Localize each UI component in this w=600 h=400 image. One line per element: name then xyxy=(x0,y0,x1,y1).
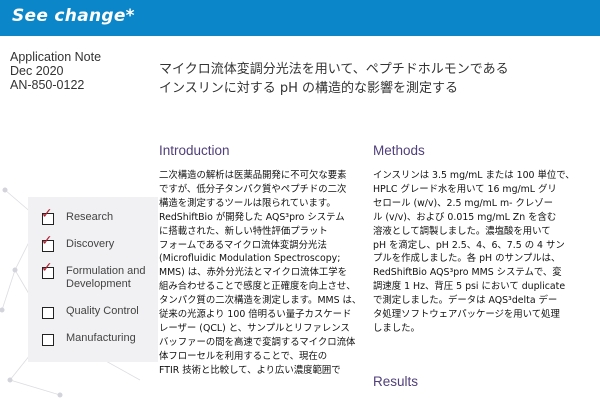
methods-body: インスリンは 3.5 mg/mL または 100 単位で、 HPLC グレード水… xyxy=(373,170,575,334)
introduction-body: 二次構造の解析は医薬品開発に不可欠な要素 ですが、低分子タンパク質やペプチドの二… xyxy=(159,170,362,376)
checkbox-icon xyxy=(42,334,54,346)
banner-title: See change* xyxy=(12,6,135,26)
panel-item-label: Research xyxy=(66,211,114,223)
introduction-heading: Introduction xyxy=(159,143,230,158)
document-title-line-1: マイクロ流体変調分光法を用いて、ペプチドホルモンである xyxy=(159,62,509,77)
checkbox-icon: ✓ xyxy=(41,261,54,279)
check-mark-icon: ✓ xyxy=(41,260,53,276)
document-type: Application Note xyxy=(10,50,102,64)
checkbox-icon xyxy=(42,307,54,319)
panel-item-quality-control: Quality Control xyxy=(42,305,139,319)
document-title-line-2: インスリンに対する pH の構造的な影響を測定する xyxy=(159,81,459,96)
panel-item-manufacturing: Manufacturing xyxy=(42,332,136,346)
results-heading: Results xyxy=(373,374,419,389)
check-mark-icon: ✓ xyxy=(41,206,53,222)
check-mark-icon: ✓ xyxy=(41,233,53,249)
checkbox-icon: ✓ xyxy=(41,234,54,252)
panel-item-label: Formulation and Development xyxy=(66,265,146,290)
panel-item-label: Manufacturing xyxy=(66,332,136,344)
document-number: AN-850-0122 xyxy=(10,78,85,92)
checkbox-icon: ✓ xyxy=(41,207,54,225)
document-meta: Application Note Dec 2020 AN-850-0122 xyxy=(10,50,101,92)
document-date: Dec 2020 xyxy=(10,64,64,78)
application-stage-panel: ✓ Research ✓ Discovery ✓ Formulation and… xyxy=(28,197,158,362)
panel-item-research: ✓ Research xyxy=(41,207,114,225)
header-banner: See change* xyxy=(0,0,600,36)
panel-item-label: Discovery xyxy=(66,238,115,250)
panel-item-discovery: ✓ Discovery xyxy=(41,234,115,252)
document-title: マイクロ流体変調分光法を用いて、ペプチドホルモンである インスリンに対する pH… xyxy=(159,60,579,98)
panel-item-formulation: ✓ Formulation and Development xyxy=(41,261,152,291)
methods-heading: Methods xyxy=(373,143,425,158)
panel-item-label: Quality Control xyxy=(66,305,139,317)
